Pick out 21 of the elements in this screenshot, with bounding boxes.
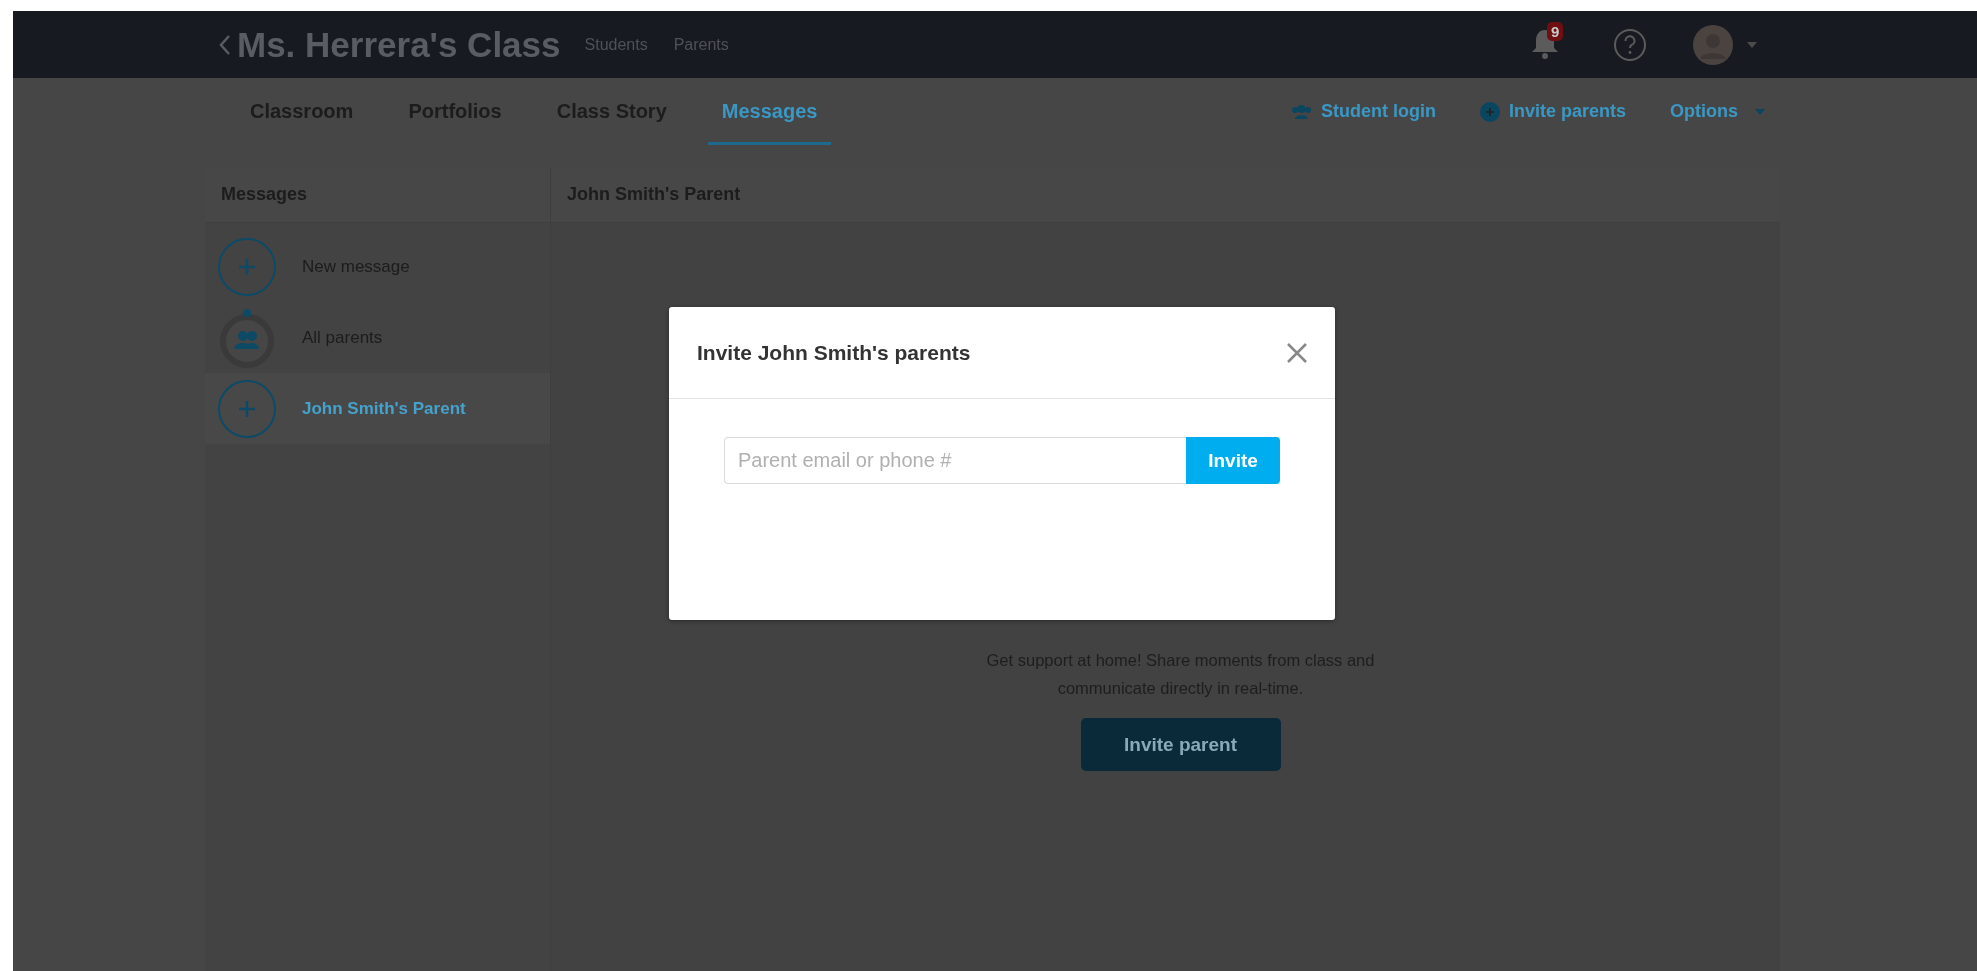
invite-parent-button[interactable]: Invite parent — [1080, 718, 1281, 771]
notification-badge: 9 — [1547, 21, 1564, 41]
action-link[interactable]: Student login — [1320, 101, 1436, 122]
avatar-icon[interactable] — [1693, 24, 1733, 65]
plus-icon — [217, 236, 277, 297]
group-icon — [1290, 104, 1312, 119]
class-title: Ms. Herrera's Class — [237, 24, 561, 65]
thread-label: John Smith's Parent — [302, 398, 466, 419]
help-icon[interactable] — [1613, 27, 1647, 62]
close-icon[interactable] — [1287, 342, 1307, 363]
back-icon[interactable] — [219, 33, 231, 56]
action-link[interactable]: Options — [1670, 101, 1738, 122]
nav-tab[interactable]: Messages — [707, 81, 832, 145]
invite-button[interactable]: Invite — [1186, 437, 1280, 484]
plus-icon — [1479, 101, 1500, 122]
contact-input-field[interactable]: Parent email or phone # — [724, 437, 1186, 484]
plus-icon — [217, 378, 277, 439]
caret-icon[interactable] — [1747, 41, 1757, 48]
dialog-title: Invite John Smith's parents — [697, 340, 971, 365]
action-link[interactable]: Invite parents — [1508, 101, 1626, 122]
message-thread[interactable]: John Smith's Parent — [205, 373, 550, 444]
